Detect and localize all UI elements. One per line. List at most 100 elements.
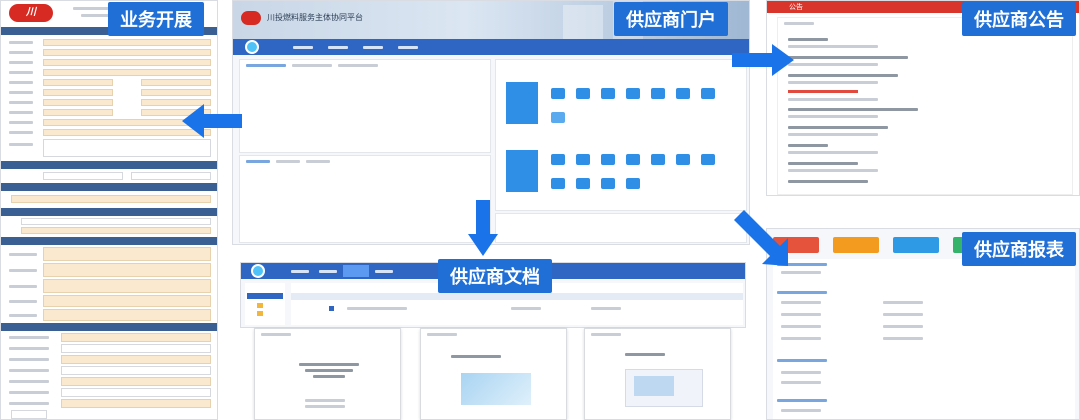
form-field[interactable] (43, 79, 113, 86)
notice-item[interactable] (788, 74, 898, 77)
form-field[interactable] (61, 399, 211, 408)
form-field[interactable] (43, 89, 113, 96)
form-field[interactable] (43, 263, 211, 277)
doc-image (625, 369, 703, 407)
report-card-orange[interactable] (833, 237, 879, 253)
app-icon[interactable] (626, 88, 640, 99)
form-field[interactable] (21, 218, 211, 225)
app-icon[interactable] (676, 154, 690, 165)
nav-item[interactable] (293, 46, 313, 49)
report-item[interactable] (883, 313, 923, 316)
notice-item[interactable] (788, 126, 888, 129)
form-field[interactable] (43, 69, 211, 76)
notice-item[interactable] (788, 144, 828, 147)
form-field[interactable] (43, 309, 211, 321)
company-logo: 川 (9, 4, 53, 22)
folder-icon (257, 311, 263, 316)
nav-item[interactable] (319, 270, 337, 273)
form-field[interactable] (11, 410, 47, 419)
form-field[interactable] (43, 279, 211, 293)
report-list (773, 259, 1075, 419)
portal-avatar[interactable] (245, 40, 259, 54)
app-icon[interactable] (701, 88, 715, 99)
form-field[interactable] (43, 59, 211, 66)
app-icon[interactable] (551, 178, 565, 189)
file-icon (329, 306, 334, 311)
report-item[interactable] (781, 337, 821, 340)
report-item[interactable] (781, 313, 821, 316)
docs-tree (245, 283, 285, 325)
form-field[interactable] (61, 355, 211, 364)
nav-item[interactable] (398, 46, 418, 49)
form-field[interactable] (61, 388, 211, 397)
arrow-right-icon (732, 44, 794, 76)
nav-item[interactable] (363, 46, 383, 49)
doc-preview-1[interactable] (254, 328, 401, 420)
form-section-header (1, 323, 217, 331)
report-item[interactable] (883, 337, 923, 340)
notice-title: 公告 (789, 3, 803, 11)
nav-item[interactable] (291, 270, 309, 273)
portal-logo (241, 11, 261, 25)
app-icon[interactable] (551, 112, 565, 123)
report-item[interactable] (781, 371, 821, 374)
form-field[interactable] (43, 99, 113, 106)
form-field[interactable] (43, 109, 113, 116)
form-field[interactable] (61, 333, 211, 342)
form-field[interactable] (141, 79, 211, 86)
app-icon[interactable] (651, 154, 665, 165)
app-icon[interactable] (601, 178, 615, 189)
report-item[interactable] (883, 301, 923, 304)
report-item[interactable] (781, 301, 821, 304)
notice-item[interactable] (788, 162, 858, 165)
form-textarea[interactable] (43, 139, 211, 157)
form-field[interactable] (43, 172, 123, 180)
nav-item-active[interactable] (343, 265, 369, 277)
app-icon[interactable] (701, 154, 715, 165)
table-header (291, 293, 743, 300)
app-icon[interactable] (551, 154, 565, 165)
form-field[interactable] (141, 89, 211, 96)
nav-item[interactable] (328, 46, 348, 49)
callout-portal: 供应商门户 (614, 2, 728, 36)
report-item[interactable] (781, 381, 821, 384)
form-field[interactable] (61, 344, 211, 353)
notice-item[interactable] (788, 56, 908, 59)
form-field[interactable] (43, 49, 211, 56)
notice-item[interactable] (788, 108, 918, 111)
app-icon[interactable] (551, 88, 565, 99)
report-item[interactable] (883, 325, 923, 328)
doc-image (461, 373, 531, 405)
tree-item-active[interactable] (247, 293, 283, 299)
report-item[interactable] (781, 409, 821, 412)
notice-item-highlight[interactable] (788, 90, 858, 93)
form-field[interactable] (61, 377, 211, 386)
app-icon[interactable] (576, 88, 590, 99)
app-icon[interactable] (626, 178, 640, 189)
table-row[interactable] (291, 305, 743, 312)
doc-preview-3[interactable] (584, 328, 731, 420)
doc-preview-2[interactable] (420, 328, 567, 420)
report-card-blue[interactable] (893, 237, 939, 253)
callout-reports: 供应商报表 (962, 232, 1076, 266)
form-field[interactable] (61, 366, 211, 375)
form-field[interactable] (11, 195, 211, 203)
notice-item[interactable] (788, 180, 868, 183)
report-item[interactable] (781, 325, 821, 328)
docs-avatar[interactable] (251, 264, 265, 278)
app-icon[interactable] (576, 154, 590, 165)
app-icon[interactable] (651, 88, 665, 99)
app-icon[interactable] (601, 88, 615, 99)
app-icon[interactable] (626, 154, 640, 165)
app-icon[interactable] (601, 154, 615, 165)
form-field[interactable] (21, 227, 211, 234)
form-field[interactable] (43, 295, 211, 307)
form-field[interactable] (131, 172, 211, 180)
nav-item[interactable] (375, 270, 393, 273)
form-field[interactable] (43, 39, 211, 46)
notice-item[interactable] (788, 38, 828, 41)
form-field[interactable] (43, 247, 211, 261)
app-icon[interactable] (576, 178, 590, 189)
app-icon[interactable] (676, 88, 690, 99)
callout-documents: 供应商文档 (438, 259, 552, 293)
